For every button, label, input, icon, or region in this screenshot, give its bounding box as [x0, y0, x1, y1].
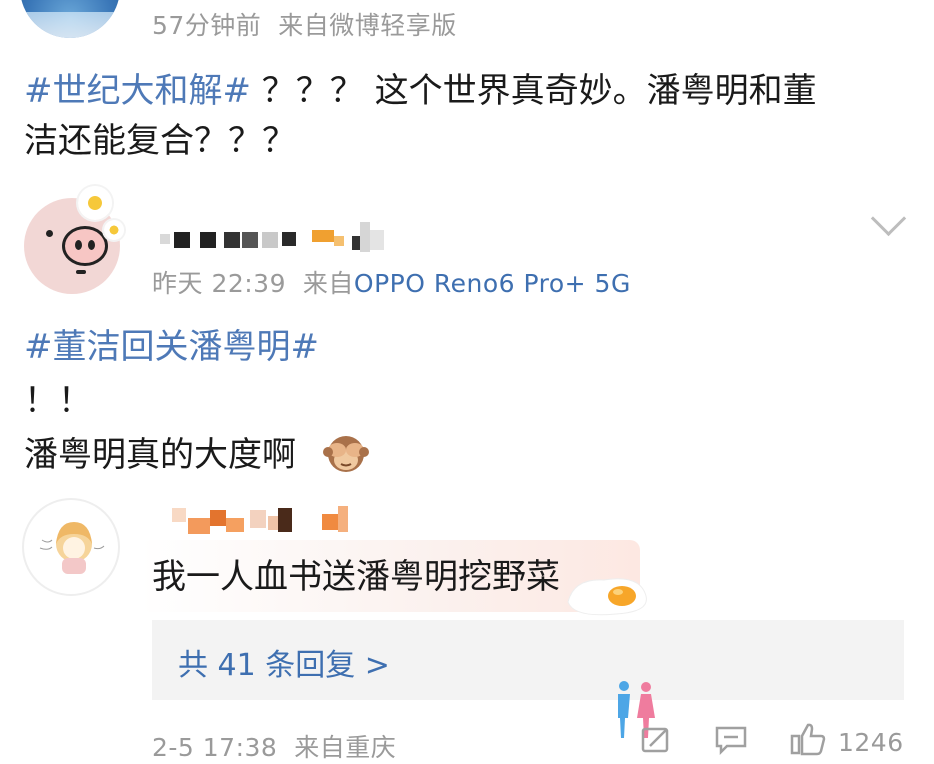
like-count: 1246: [838, 728, 904, 757]
post-text-line2: 洁还能复合？？？: [24, 121, 296, 161]
post-text-line1: ？？？ 这个世界真奇妙。潘粤明和董: [250, 71, 817, 111]
like-icon[interactable]: [790, 722, 828, 756]
post-time: 57分钟前: [152, 11, 262, 40]
girl-illustration-icon: [39, 522, 105, 574]
post-hashtag[interactable]: #世纪大和解#: [24, 71, 251, 111]
comment-time: 昨天 22:39: [152, 269, 286, 298]
fried-egg-icon: [567, 578, 647, 616]
post-meta: 57分钟前 来自微博轻享版: [152, 6, 457, 42]
comment-source-prefix: 来自: [302, 269, 354, 298]
pig-eye-left: [46, 230, 53, 237]
pig-mouth: [76, 270, 86, 274]
comment-icon[interactable]: [714, 724, 748, 756]
see-no-evil-monkey-icon: [323, 436, 369, 472]
more-replies-link[interactable]: 共 41 条回复 >: [178, 640, 390, 684]
commenter-name-redacted[interactable]: [160, 222, 390, 252]
reply-footer-meta: 2-5 17:38 来自重庆: [152, 728, 396, 764]
daisy-icon: [78, 186, 112, 220]
comment-source-device[interactable]: OPPO Reno6 Pro+ 5G: [354, 269, 631, 298]
post-source: 来自微博轻享版: [278, 11, 457, 40]
replier-avatar[interactable]: [22, 498, 120, 596]
daisy-small-icon: [104, 220, 124, 240]
comment-line2: ！！: [24, 381, 92, 421]
chevron-down-icon[interactable]: [870, 200, 907, 237]
replier-name-redacted[interactable]: [172, 504, 372, 534]
comment-meta: 昨天 22:39 来自OPPO Reno6 Pro+ 5G: [152, 264, 631, 300]
comment-hashtag[interactable]: #董洁回关潘粤明#: [24, 322, 904, 372]
comment-body: #董洁回关潘粤明# ！！ 潘粤明真的大度啊: [24, 322, 904, 480]
reply-time: 2-5 17:38: [152, 733, 278, 762]
top-user-avatar[interactable]: [20, 0, 120, 38]
comment-line3: 潘粤明真的大度啊: [24, 435, 296, 475]
pig-nose: [62, 226, 108, 266]
reply-source: 来自重庆: [294, 733, 397, 762]
share-icon[interactable]: [640, 724, 672, 756]
post-body: #世纪大和解# ？？？ 这个世界真奇妙。潘粤明和董 洁还能复合？？？: [24, 66, 914, 166]
reply-text: 我一人血书送潘粤明挖野菜: [152, 557, 560, 597]
